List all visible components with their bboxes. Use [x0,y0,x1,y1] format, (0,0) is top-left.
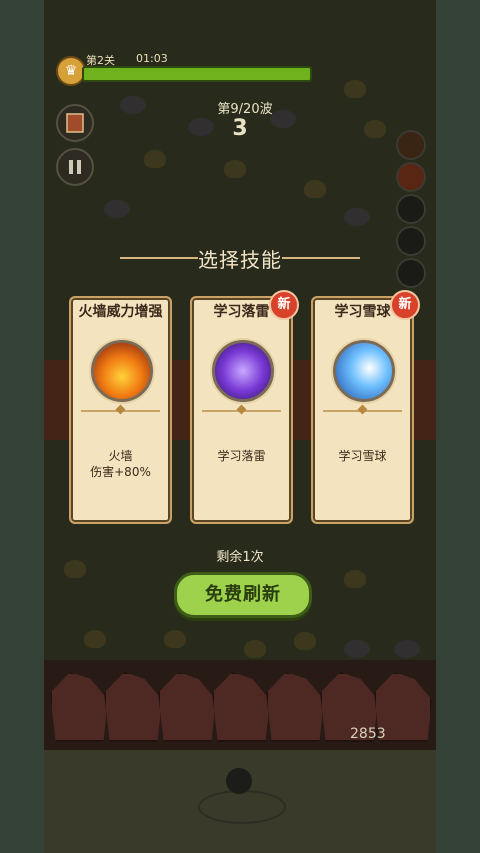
card-title: 火墙威力增强 [78,304,163,320]
free-refresh-button[interactable]: 免费刷新 [174,572,312,618]
skill-card-fire-wall[interactable]: 火墙威力增强 火墙 伤害+80% [69,296,172,524]
skill-card-snowball[interactable]: 学习雪球 学习雪球 新 [311,290,420,524]
timer: 01:03 [136,52,168,65]
empty-skill-slot[interactable] [396,258,426,288]
pause-button[interactable] [56,148,94,186]
pause-icon [69,160,81,174]
skill-dialog-title: 选择技能 [120,240,360,276]
wave-count: 3 [232,116,248,141]
divider-ornament [115,404,126,415]
lightning-icon [212,340,274,402]
new-badge: 新 [390,290,420,320]
divider-ornament [236,404,247,415]
card-description: 火墙 伤害+80% [90,449,151,479]
divider-ornament [357,404,368,415]
hero-avatar [226,768,252,794]
empty-skill-slot[interactable] [396,226,426,256]
empty-skill-slot[interactable] [396,194,426,224]
book-icon [66,113,84,133]
fire-slot-icon[interactable] [396,162,426,192]
dialog-title: 选择技能 [198,248,282,272]
card-description: 学习雪球 [338,449,387,463]
hero-aura [198,790,286,824]
fire-slot-icon[interactable] [396,130,426,160]
top-hud: ♛ 第2关 01:03 [56,50,316,86]
skill-card-lightning[interactable]: 学习落雷 学习落雷 新 [190,290,299,524]
new-badge: 新 [269,290,299,320]
score: 2853 [350,726,386,742]
fire-wall-icon [91,340,153,402]
remaining-count: 剩余1次 [216,550,264,565]
book-button[interactable] [56,104,94,142]
health-bar [82,66,312,82]
card-description: 学习落雷 [217,449,266,463]
wave-label: 第9/20波 [217,102,273,117]
snowball-icon [333,340,395,402]
